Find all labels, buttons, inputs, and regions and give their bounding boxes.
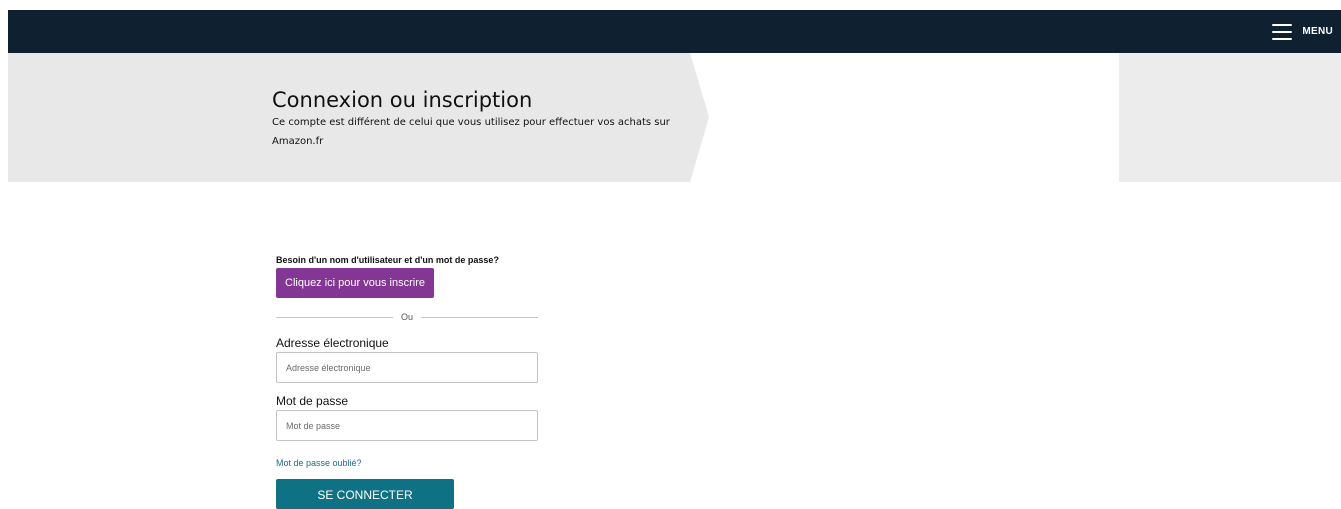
top-navigation-bar: MENU (8, 10, 1341, 53)
or-divider: Ou (276, 312, 539, 322)
hamburger-icon[interactable] (1272, 23, 1293, 40)
divider-line-left (276, 316, 393, 318)
email-label: Adresse électronique (276, 336, 389, 350)
menu-label[interactable]: MENU (1302, 26, 1333, 37)
login-button[interactable]: SE CONNECTER (276, 479, 454, 509)
password-label: Mot de passe (276, 394, 349, 408)
email-field[interactable] (276, 352, 538, 383)
need-credentials-text: Besoin d'un nom d'utilisateur et d'un mo… (276, 255, 499, 265)
forgot-password-link[interactable]: Mot de passe oublié? (276, 457, 538, 469)
divider-line-right (421, 316, 539, 318)
divider-text: Ou (401, 312, 414, 322)
page: MENU Connexion ou inscription Ce compte … (0, 0, 1341, 509)
page-title: Connexion ou inscription (272, 88, 533, 112)
hero-banner: Connexion ou inscription Ce compte est d… (8, 53, 1341, 182)
login-form: Besoin d'un nom d'utilisateur et d'un mo… (276, 254, 539, 509)
password-field[interactable] (276, 410, 538, 441)
menu-button[interactable]: MENU (1272, 10, 1333, 53)
signup-button[interactable]: Cliquez ici pour vous inscrire (276, 268, 434, 298)
page-subtitle: Ce compte est différent de celui que vou… (272, 117, 670, 147)
